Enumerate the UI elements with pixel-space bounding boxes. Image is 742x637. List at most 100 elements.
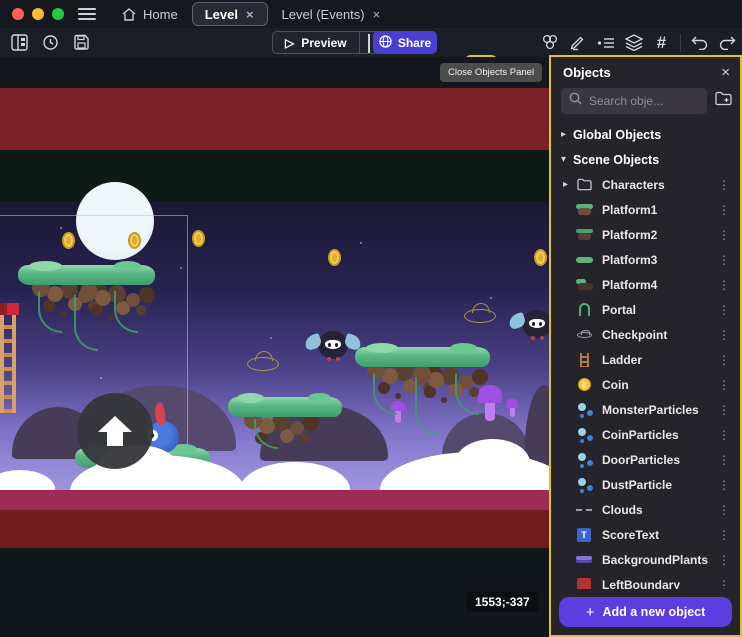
object-item-checkpoint[interactable]: Checkpoint ⋮ bbox=[551, 322, 740, 347]
object-item-platform1[interactable]: Platform1 ⋮ bbox=[551, 197, 740, 222]
add-new-object-button[interactable]: + Add a new object bbox=[559, 597, 732, 627]
object-item-ladder[interactable]: Ladder ⋮ bbox=[551, 347, 740, 372]
save-icon[interactable] bbox=[72, 33, 91, 52]
add-new-object-label: Add a new object bbox=[602, 605, 705, 619]
platform-sprite[interactable] bbox=[18, 265, 155, 355]
menu-hamburger-icon[interactable] bbox=[78, 8, 96, 20]
kebab-menu-icon[interactable]: ⋮ bbox=[716, 553, 732, 567]
kebab-menu-icon[interactable]: ⋮ bbox=[716, 203, 732, 217]
object-item-characters[interactable]: ▸ Characters ⋮ bbox=[551, 172, 740, 197]
object-item-leftboundary[interactable]: LeftBoundary ⋮ bbox=[551, 572, 740, 589]
checkpoint-icon bbox=[575, 327, 593, 343]
coin-sprite[interactable] bbox=[62, 232, 75, 249]
monster-sprite[interactable] bbox=[318, 331, 348, 359]
objects-panel: Objects × ▸ Global Objects ▾ Scene Objec… bbox=[549, 55, 742, 637]
object-item-clouds[interactable]: Clouds ⋮ bbox=[551, 497, 740, 522]
tab-level-events-label: Level (Events) bbox=[282, 7, 365, 22]
kebab-menu-icon[interactable]: ⋮ bbox=[716, 453, 732, 467]
cloud-sprite[interactable] bbox=[455, 439, 530, 487]
minimize-window-button[interactable] bbox=[32, 8, 44, 20]
object-item-coin[interactable]: Coin ⋮ bbox=[551, 372, 740, 397]
up-arrow-icon bbox=[98, 416, 132, 432]
toolbar-divider bbox=[680, 34, 681, 52]
checkpoint-ufo-sprite[interactable] bbox=[464, 309, 496, 323]
grid-icon[interactable]: # bbox=[652, 33, 671, 52]
platform4-icon bbox=[575, 277, 593, 293]
object-item-backgroundplants[interactable]: BackgroundPlants ⋮ bbox=[551, 547, 740, 572]
group-scene-objects[interactable]: ▾ Scene Objects bbox=[551, 147, 740, 172]
object-item-platform4[interactable]: Platform4 ⋮ bbox=[551, 272, 740, 297]
object-item-coinparticles[interactable]: CoinParticles ⋮ bbox=[551, 422, 740, 447]
particles-icon bbox=[575, 402, 593, 418]
flag-sprite[interactable] bbox=[0, 303, 19, 315]
platform-sprite[interactable] bbox=[228, 397, 342, 457]
platform1-icon bbox=[575, 202, 593, 218]
home-icon bbox=[122, 8, 136, 21]
object-item-platform2[interactable]: Platform2 ⋮ bbox=[551, 222, 740, 247]
kebab-menu-icon[interactable]: ⋮ bbox=[716, 353, 732, 367]
kebab-menu-icon[interactable]: ⋮ bbox=[716, 403, 732, 417]
kebab-menu-icon[interactable]: ⋮ bbox=[716, 303, 732, 317]
object-search-box[interactable] bbox=[561, 88, 707, 114]
clouds-icon bbox=[575, 502, 593, 518]
coin-sprite[interactable] bbox=[128, 232, 141, 249]
maximize-window-button[interactable] bbox=[52, 8, 64, 20]
kebab-menu-icon[interactable]: ⋮ bbox=[716, 478, 732, 492]
object-item-portal[interactable]: Portal ⋮ bbox=[551, 297, 740, 322]
coin-icon bbox=[575, 377, 593, 393]
checkpoint-ufo-sprite[interactable] bbox=[247, 357, 279, 371]
boundary-icon bbox=[575, 577, 593, 590]
panel-layout-icon[interactable] bbox=[10, 33, 29, 52]
object-item-dustparticle[interactable]: DustParticle ⋮ bbox=[551, 472, 740, 497]
kebab-menu-icon[interactable]: ⋮ bbox=[716, 278, 732, 292]
coin-sprite[interactable] bbox=[534, 249, 547, 266]
add-folder-icon[interactable] bbox=[715, 91, 732, 111]
kebab-menu-icon[interactable]: ⋮ bbox=[716, 178, 732, 192]
kebab-menu-icon[interactable]: ⋮ bbox=[716, 528, 732, 542]
tab-home-label: Home bbox=[143, 7, 178, 22]
edit-pencil-icon[interactable] bbox=[568, 33, 587, 52]
redo-icon[interactable] bbox=[718, 33, 737, 52]
cursor-coordinates-badge: 1553;-337 bbox=[466, 592, 539, 612]
jump-up-arrow-button[interactable] bbox=[77, 393, 153, 469]
objects-panel-close-icon[interactable]: × bbox=[721, 64, 730, 81]
kebab-menu-icon[interactable]: ⋮ bbox=[716, 328, 732, 342]
object-item-platform3[interactable]: Platform3 ⋮ bbox=[551, 247, 740, 272]
object-item-scoretext[interactable]: T ScoreText ⋮ bbox=[551, 522, 740, 547]
traffic-lights bbox=[12, 8, 64, 20]
platform3-icon bbox=[575, 252, 593, 268]
kebab-menu-icon[interactable]: ⋮ bbox=[716, 378, 732, 392]
object-groups-icon[interactable] bbox=[540, 33, 559, 52]
close-window-button[interactable] bbox=[12, 8, 24, 20]
object-item-monsterparticles[interactable]: MonsterParticles ⋮ bbox=[551, 397, 740, 422]
preview-button[interactable]: ▷ Preview bbox=[272, 31, 379, 54]
kebab-menu-icon[interactable]: ⋮ bbox=[716, 428, 732, 442]
chevron-right-icon: ▸ bbox=[563, 179, 573, 190]
monster-sprite[interactable] bbox=[522, 310, 552, 338]
globe-icon bbox=[379, 35, 392, 51]
coin-sprite[interactable] bbox=[328, 249, 341, 266]
layers-icon[interactable] bbox=[624, 33, 643, 52]
object-search-input[interactable] bbox=[589, 94, 699, 108]
share-button[interactable]: Share bbox=[373, 31, 437, 54]
tab-level-events[interactable]: Level (Events) × bbox=[270, 0, 394, 28]
undo-icon[interactable] bbox=[690, 33, 709, 52]
kebab-menu-icon[interactable]: ⋮ bbox=[716, 503, 732, 517]
tab-level[interactable]: Level × bbox=[192, 2, 268, 26]
kebab-menu-icon[interactable]: ⋮ bbox=[716, 578, 732, 590]
coin-sprite[interactable] bbox=[192, 230, 205, 247]
object-item-doorparticles[interactable]: DoorParticles ⋮ bbox=[551, 447, 740, 472]
objects-tree: ▸ Global Objects ▾ Scene Objects ▸ Chara… bbox=[551, 122, 740, 589]
tab-level-close-icon[interactable]: × bbox=[245, 7, 255, 22]
text-object-icon: T bbox=[575, 527, 593, 543]
platform-sprite[interactable] bbox=[355, 347, 490, 437]
kebab-menu-icon[interactable]: ⋮ bbox=[716, 253, 732, 267]
history-clock-icon[interactable] bbox=[41, 33, 60, 52]
ladder-sprite[interactable] bbox=[0, 315, 16, 413]
tab-level-events-close-icon[interactable]: × bbox=[372, 7, 382, 22]
group-global-objects[interactable]: ▸ Global Objects bbox=[551, 122, 740, 147]
objects-panel-title: Objects bbox=[563, 65, 611, 80]
kebab-menu-icon[interactable]: ⋮ bbox=[716, 228, 732, 242]
tab-home[interactable]: Home bbox=[110, 0, 190, 28]
instances-list-icon[interactable] bbox=[596, 33, 615, 52]
